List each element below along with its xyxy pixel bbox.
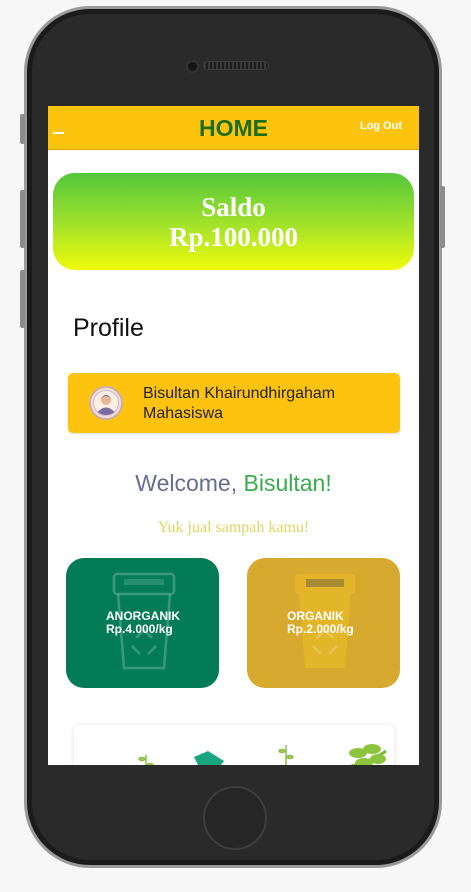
home-button[interactable] (203, 786, 267, 850)
volume-up-button (20, 190, 25, 248)
organik-tile[interactable]: ORGANIK Rp.2.000/kg (247, 558, 400, 688)
welcome-text: Welcome, Bisultan! (48, 470, 419, 497)
recycle-banner (74, 725, 394, 765)
profile-role: Mahasiswa (143, 405, 224, 422)
profile-heading: Profile (73, 314, 144, 342)
organik-price: Rp.2.000/kg (287, 622, 354, 636)
app-bar: HOME Log Out (48, 106, 419, 150)
welcome-subtitle: Yuk jual sampah kamu! (157, 519, 310, 536)
profile-card[interactable]: Bisultan Khairundhirgaham Mahasiswa (68, 373, 400, 433)
mute-switch (20, 114, 25, 144)
app-screen: HOME Log Out Saldo Rp.100.000 Profile Bi… (48, 106, 419, 765)
saldo-card: Saldo Rp.100.000 (53, 173, 414, 270)
anorganik-label: ANORGANIK Rp.4.000/kg (106, 610, 180, 636)
anorganik-tile[interactable]: ANORGANIK Rp.4.000/kg (66, 558, 219, 688)
welcome-prefix: Welcome, (135, 470, 244, 496)
earpiece-speaker (203, 61, 269, 70)
organik-label: ORGANIK Rp.2.000/kg (287, 610, 354, 636)
front-camera (186, 60, 199, 73)
user-avatar-icon (89, 386, 123, 420)
recycle-illustration (138, 744, 387, 765)
logout-button[interactable]: Log Out (360, 120, 402, 132)
power-button (440, 186, 445, 248)
saldo-label: Saldo (201, 192, 266, 222)
volume-down-button (20, 270, 25, 328)
anorganik-price: Rp.4.000/kg (106, 622, 173, 636)
profile-info: Bisultan Khairundhirgaham Mahasiswa (143, 384, 335, 424)
profile-name: Bisultan Khairundhirgaham (143, 385, 336, 402)
saldo-amount: Rp.100.000 (168, 222, 298, 252)
welcome-name: Bisultan! (243, 470, 332, 496)
